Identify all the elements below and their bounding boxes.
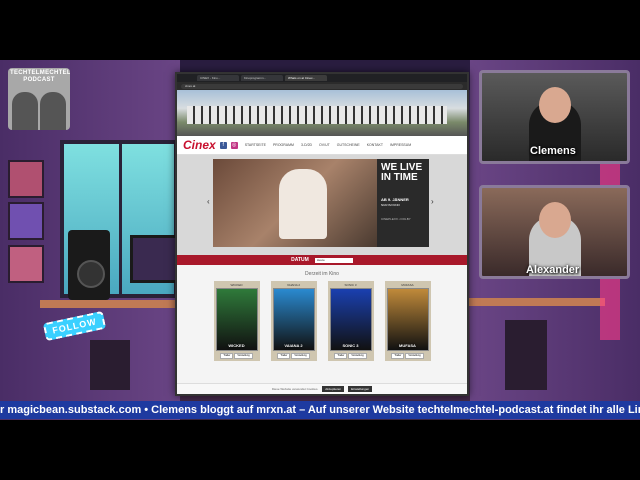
trailer-button[interactable]: Trailer (334, 353, 348, 359)
address-bar[interactable]: cinex.at (181, 83, 463, 89)
cookie-accept-button[interactable]: Akzeptieren (322, 386, 345, 392)
showtimes-button[interactable]: Vorstellung (291, 353, 310, 359)
banner-headline: WE LIVE IN TIME (381, 162, 423, 183)
movie-actions: Trailer Vorstellung (220, 353, 253, 359)
date-select[interactable]: Heute (314, 257, 353, 263)
showtimes-button[interactable]: Vorstellung (234, 353, 253, 359)
cinex-logo[interactable]: Cinex (183, 138, 216, 152)
nav-item[interactable]: OV/UT (319, 143, 330, 147)
movie-card[interactable]: WICKED WICKED Trailer Vorstellung (213, 281, 260, 361)
nav-item[interactable]: IMPRESSUM (390, 143, 411, 147)
movie-poster-title: MUFASA (399, 343, 416, 348)
site-nav: Cinex f ◎ STARTSEITE PROGRAMM 3-D/2D OV/… (177, 136, 467, 155)
trailer-button[interactable]: Trailer (220, 353, 234, 359)
nav-item[interactable]: PROGRAMM (273, 143, 294, 147)
banner-slider: ‹ WE LIVE IN TIME AB 9. JÄNNER NUR IM KI… (177, 155, 467, 255)
banner-foot: CINEPLEXX • DOLBY (381, 217, 411, 221)
movie-poster-title: SONIC 3 (342, 343, 359, 348)
banner-image[interactable] (213, 159, 377, 247)
browser-tab-active[interactable]: Whats on at Cinex... (285, 75, 327, 81)
showtimes-button[interactable]: Vorstellung (348, 353, 367, 359)
news-ticker: r magicbean.substack.com • Clemens blogg… (0, 401, 640, 419)
browser-tab[interactable]: Kinoprogramm... (241, 75, 283, 81)
instagram-icon[interactable]: ◎ (230, 141, 238, 149)
trailer-button[interactable]: Trailer (277, 353, 291, 359)
person-head (538, 202, 571, 238)
cookie-settings-button[interactable]: Einstellungen (348, 386, 373, 392)
browser-toolbar: cinex.at (177, 82, 467, 90)
wall-picture (8, 245, 44, 283)
podcast-logo-title: TECHTELMECHTEL PODCAST (10, 70, 70, 83)
trailer-button[interactable]: Trailer (391, 353, 405, 359)
host-avatar (40, 92, 66, 130)
webcam-clemens: Clemens (479, 70, 630, 164)
desk-left (40, 300, 180, 308)
nav-item[interactable]: STARTSEITE (245, 143, 266, 147)
cookie-text: Diese Website verwendet Cookies. (271, 387, 319, 391)
podcast-logo: TECHTELMECHTEL PODCAST (8, 68, 70, 130)
wall-picture (8, 202, 44, 240)
nav-item[interactable]: 3-D/2D (301, 143, 312, 147)
section-title: Derzeit im Kino (305, 271, 339, 277)
nav-item[interactable]: KONTAKT (367, 143, 383, 147)
browser-tab[interactable]: CINEX - Kino... (197, 75, 239, 81)
movie-poster[interactable]: MUFASA (386, 287, 429, 351)
movie-poster-title: VAIANA 2 (284, 343, 303, 348)
facebook-icon[interactable]: f (219, 141, 227, 149)
browser-window: CINEX - Kino... Kinoprogramm... Whats on… (175, 72, 469, 396)
movie-actions: Trailer Vorstellung (277, 353, 310, 359)
host-avatar (12, 92, 38, 130)
browser-tabbar: CINEX - Kino... Kinoprogramm... Whats on… (177, 74, 467, 82)
nav-item[interactable]: GUTSCHEINE (337, 143, 360, 147)
cam-name-label: Clemens (530, 145, 576, 157)
wall-picture (8, 160, 44, 198)
date-filter-bar: DATUM Heute (177, 255, 467, 265)
movie-poster[interactable]: SONIC 3 (329, 287, 372, 351)
movie-card[interactable]: MUFASA MUFASA Trailer Vorstellung (384, 281, 431, 361)
banner-sub: NUR IM KINO (381, 203, 400, 207)
slider-next-icon[interactable]: › (431, 197, 434, 206)
datum-label: DATUM (291, 257, 309, 263)
cam-name-label: Alexander (526, 264, 580, 276)
showtimes-button[interactable]: Vorstellung (405, 353, 424, 359)
speaker (68, 230, 110, 300)
video-frame: TECHTELMECHTEL PODCAST FOLLOW Clemens Al… (0, 60, 640, 420)
banner-date: AB 9. JÄNNER (381, 197, 409, 202)
person-head (538, 87, 571, 123)
movie-actions: Trailer Vorstellung (334, 353, 367, 359)
shelf-left (90, 340, 130, 390)
cookie-banner: Diese Website verwendet Cookies. Akzepti… (177, 383, 467, 394)
slider-prev-icon[interactable]: ‹ (207, 197, 210, 206)
banner-text-panel: WE LIVE IN TIME AB 9. JÄNNER NUR IM KINO… (377, 159, 429, 247)
hero-photo (177, 90, 467, 136)
movie-card[interactable]: VAIANA 2 VAIANA 2 Trailer Vorstellung (270, 281, 317, 361)
desk-right (465, 298, 605, 306)
movie-actions: Trailer Vorstellung (391, 353, 424, 359)
webcam-alexander: Alexander (479, 185, 630, 279)
shelf-right (505, 320, 547, 390)
movie-card[interactable]: SONIC 3 SONIC 3 Trailer Vorstellung (327, 281, 374, 361)
movie-poster-title: WICKED (228, 343, 245, 348)
movie-poster[interactable]: VAIANA 2 (272, 287, 315, 351)
poster-list: WICKED WICKED Trailer Vorstellung VAIANA 2 VA… (177, 281, 467, 361)
movie-poster[interactable]: WICKED (215, 287, 258, 351)
